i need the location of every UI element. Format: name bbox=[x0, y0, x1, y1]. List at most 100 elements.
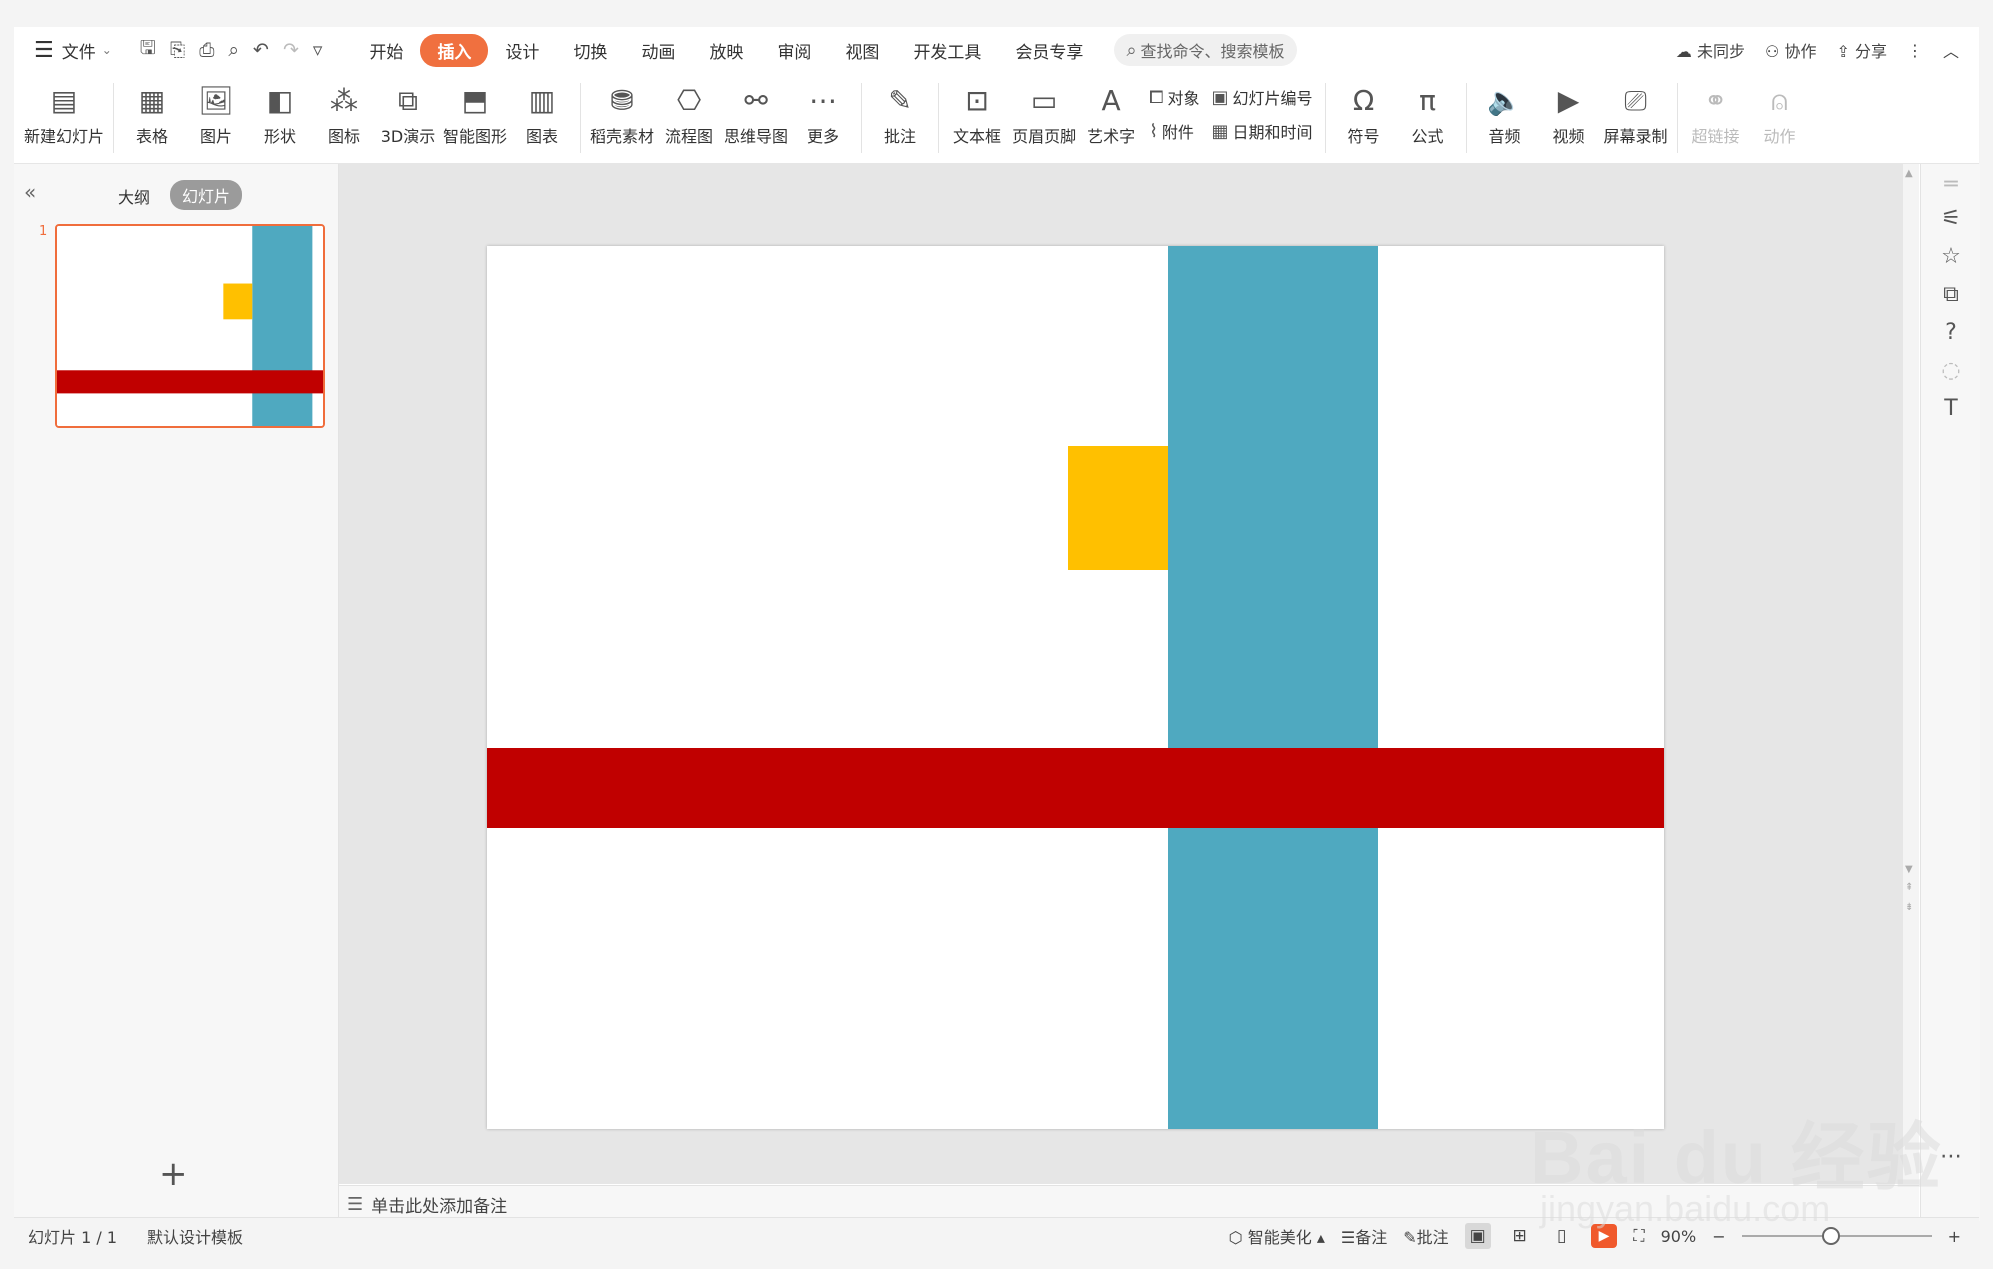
tab-design[interactable]: 设计 bbox=[488, 34, 556, 67]
tab-transitions[interactable]: 切换 bbox=[556, 34, 624, 67]
vertical-scrollbar[interactable]: ▲ ▼ ⇞ ⇟ bbox=[1903, 164, 1919, 1184]
prev-slide-icon[interactable]: ⇞ bbox=[1905, 882, 1913, 893]
notes-toggle-label: 备注 bbox=[1355, 1228, 1388, 1247]
thumb-teal-bar bbox=[252, 226, 313, 426]
action-button[interactable]: ⍝ 动作 bbox=[1751, 73, 1809, 147]
slide-1[interactable] bbox=[487, 246, 1664, 1129]
slide-thumbnail[interactable] bbox=[55, 224, 325, 428]
collaborate-button[interactable]: ⚇ 协作 bbox=[1765, 38, 1816, 62]
tab-outline[interactable]: 大纲 bbox=[118, 184, 150, 208]
tab-member[interactable]: 会员专享 bbox=[998, 34, 1100, 67]
properties-icon[interactable]: ⚟ bbox=[1938, 206, 1964, 231]
textbox-button[interactable]: ⊡ 文本框 bbox=[948, 73, 1006, 147]
undo-icon[interactable]: ↶ bbox=[253, 39, 269, 61]
red-horizontal-band[interactable] bbox=[487, 748, 1664, 828]
template-name[interactable]: 默认设计模板 bbox=[147, 1224, 243, 1248]
share-button[interactable]: ⇪ 分享 bbox=[1836, 38, 1887, 62]
picture-button[interactable]: 🖼 图片 bbox=[187, 73, 245, 147]
yellow-square[interactable] bbox=[1068, 446, 1168, 570]
ribbon-divider bbox=[1324, 83, 1326, 153]
customize-icon[interactable]: ▿ bbox=[313, 39, 323, 61]
tab-insert[interactable]: 插入 bbox=[420, 33, 489, 67]
tab-slides[interactable]: 幻灯片 bbox=[170, 180, 243, 210]
slide-number-button[interactable]: ▣ 幻灯片编号 bbox=[1212, 85, 1313, 109]
collaborate-label: 协作 bbox=[1784, 42, 1817, 61]
symbol-button[interactable]: Ω 符号 bbox=[1335, 73, 1393, 147]
notes-toggle-button[interactable]: ☰备注 bbox=[1341, 1224, 1387, 1248]
command-search[interactable]: ⌕ 查找命令、搜索模板 bbox=[1114, 34, 1297, 66]
tab-developer[interactable]: 开发工具 bbox=[896, 34, 998, 67]
help-icon[interactable]: ? bbox=[1938, 320, 1964, 345]
screen-record-icon: ⎚ bbox=[1624, 84, 1647, 117]
normal-view-button[interactable]: ▣ bbox=[1464, 1223, 1491, 1249]
comments-toggle-label: 批注 bbox=[1416, 1228, 1449, 1247]
next-slide-icon[interactable]: ⇟ bbox=[1905, 902, 1913, 913]
collapse-panel-icon[interactable]: « bbox=[24, 180, 36, 204]
add-slide-button[interactable]: + bbox=[159, 1154, 188, 1194]
audio-button[interactable]: 🔈 音频 bbox=[1476, 73, 1534, 147]
tab-review[interactable]: 审阅 bbox=[760, 34, 828, 67]
text-icon[interactable]: T bbox=[1938, 396, 1964, 421]
new-slide-button[interactable]: ▤ 新建幻灯片 bbox=[24, 73, 104, 147]
object-button[interactable]: ⧠ 对象 bbox=[1149, 85, 1199, 109]
sync-button[interactable]: ☁ 未同步 bbox=[1676, 38, 1745, 62]
more-button[interactable]: ⋯ 更多 bbox=[794, 73, 852, 147]
header-footer-button[interactable]: ▭ 页眉页脚 bbox=[1012, 73, 1076, 147]
table-icon: ▦ bbox=[138, 84, 166, 117]
table-button[interactable]: ▦ 表格 bbox=[123, 73, 181, 147]
format-painter-icon[interactable]: ⎘ bbox=[170, 39, 185, 61]
print-preview-icon[interactable]: ⌕ bbox=[228, 39, 239, 61]
star-icon[interactable]: ☆ bbox=[1938, 244, 1964, 269]
menu-right-actions: ☁ 未同步 ⚇ 协作 ⇪ 分享 ⋮ ︿ bbox=[1676, 27, 1959, 73]
print-icon[interactable]: ⎙ bbox=[199, 39, 214, 61]
tab-animations[interactable]: 动画 bbox=[624, 34, 692, 67]
comment-button[interactable]: ✎ 批注 bbox=[871, 73, 929, 147]
slide-thumbnail-number: 1 bbox=[39, 224, 48, 239]
scroll-up-icon[interactable]: ▲ bbox=[1905, 168, 1913, 179]
comment-label: 批注 bbox=[884, 127, 917, 146]
panel-grip-icon: ═ bbox=[1944, 172, 1958, 197]
attachment-button[interactable]: ⌇ 附件 bbox=[1149, 119, 1199, 143]
video-icon: ▶ bbox=[1557, 84, 1580, 117]
comments-toggle-button[interactable]: ✎批注 bbox=[1403, 1224, 1448, 1248]
insert-ribbon: ▤ 新建幻灯片 ▦ 表格 🖼 图片 ◧ 形状 ⁂ 图标 ⧉ 3D演示 ⬒ 智能图… bbox=[14, 73, 1979, 164]
tab-view[interactable]: 视图 bbox=[828, 34, 896, 67]
tab-slideshow[interactable]: 放映 bbox=[692, 34, 760, 67]
hyperlink-button[interactable]: ⚭ 超链接 bbox=[1687, 73, 1745, 147]
3d-demo-label: 3D演示 bbox=[380, 127, 436, 146]
tab-home[interactable]: 开始 bbox=[352, 34, 420, 67]
3d-demo-button[interactable]: ⧉ 3D演示 bbox=[379, 73, 437, 147]
screen-record-label: 屏幕录制 bbox=[1603, 127, 1668, 146]
file-menu[interactable]: ☰ 文件 ⌄ bbox=[34, 38, 112, 63]
smartart-label: 智能图形 bbox=[443, 127, 508, 146]
smartart-icon: ⬒ bbox=[461, 84, 489, 117]
teal-vertical-bar[interactable] bbox=[1168, 246, 1378, 1129]
screen-record-button[interactable]: ⎚ 屏幕录制 bbox=[1604, 73, 1668, 147]
flowchart-button[interactable]: ⎔ 流程图 bbox=[660, 73, 718, 147]
date-time-button[interactable]: ▦ 日期和时间 bbox=[1212, 119, 1313, 143]
chart-button[interactable]: ▥ 图表 bbox=[513, 73, 571, 147]
copy-icon[interactable]: ⧉ bbox=[1938, 282, 1964, 307]
docer-icon: ⛃ bbox=[610, 84, 634, 117]
notes-lines-icon: ☰ bbox=[1340, 1228, 1356, 1247]
mindmap-label: 思维导图 bbox=[724, 127, 789, 146]
lightbulb-icon[interactable]: ◌ bbox=[1938, 358, 1964, 383]
formula-button[interactable]: π 公式 bbox=[1399, 73, 1457, 147]
icon-button[interactable]: ⁂ 图标 bbox=[315, 73, 373, 147]
scroll-down-icon[interactable]: ▼ bbox=[1905, 864, 1913, 875]
share-icon: ⇪ bbox=[1836, 42, 1850, 61]
formula-label: 公式 bbox=[1411, 127, 1444, 146]
redo-icon[interactable]: ↷ bbox=[283, 39, 299, 61]
slide-sorter-button[interactable]: ⊞ bbox=[1507, 1223, 1533, 1249]
more-vertical-icon[interactable]: ⋮ bbox=[1907, 41, 1923, 60]
mindmap-button[interactable]: ⚯ 思维导图 bbox=[724, 73, 788, 147]
docer-material-button[interactable]: ⛃ 稻壳素材 bbox=[590, 73, 654, 147]
comment-icon: ✎ bbox=[888, 84, 912, 117]
smartart-button[interactable]: ⬒ 智能图形 bbox=[443, 73, 507, 147]
save-icon[interactable]: 🖫 bbox=[140, 34, 156, 66]
smart-beautify-button[interactable]: ⬡ 智能美化 ▴ bbox=[1229, 1224, 1325, 1248]
shape-button[interactable]: ◧ 形状 bbox=[251, 73, 309, 147]
collapse-ribbon-icon[interactable]: ︿ bbox=[1943, 38, 1959, 62]
wordart-button[interactable]: A 艺术字 bbox=[1082, 73, 1140, 147]
video-button[interactable]: ▶ 视频 bbox=[1540, 73, 1598, 147]
